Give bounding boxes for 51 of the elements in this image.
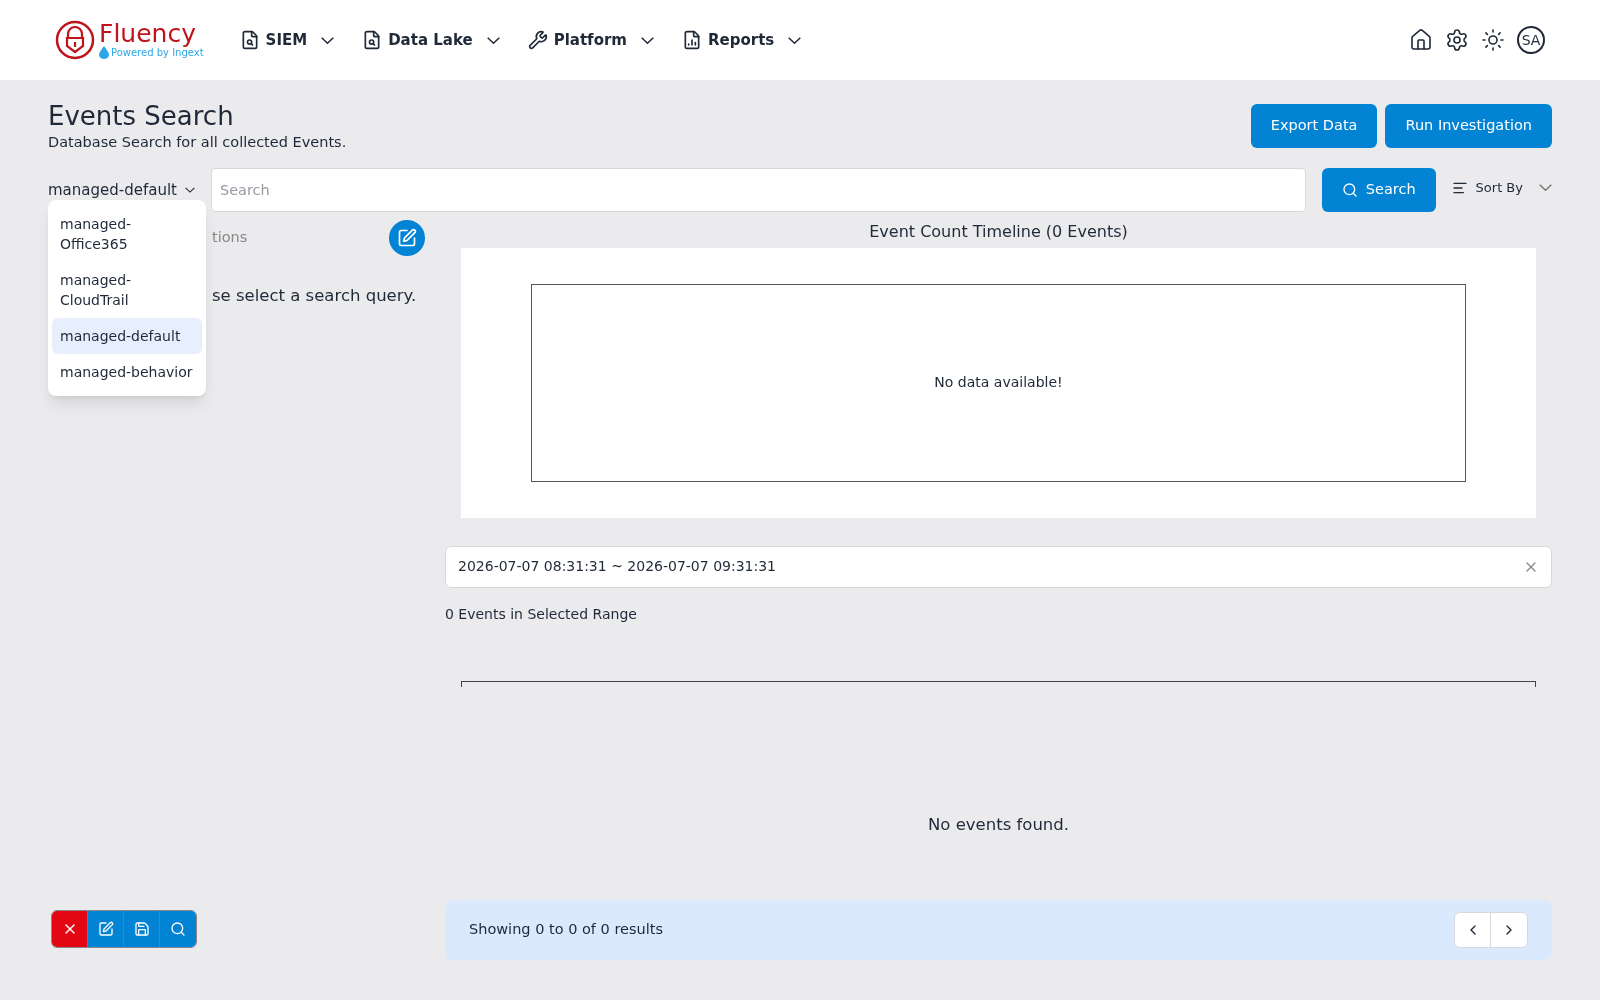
menu-item[interactable]: managed-default [52, 318, 202, 354]
nav-menu[interactable]: SIEM [239, 28, 335, 52]
save-icon [133, 920, 150, 937]
panel-message: se select a search query. [212, 284, 417, 307]
source-select[interactable]: managed-default [48, 178, 195, 201]
chevron-icon [184, 186, 195, 193]
menu-item[interactable]: managed-CloudTrail [52, 262, 202, 318]
search-field[interactable]: Search [210, 167, 1306, 212]
logo-icon [55, 20, 95, 60]
panel-heading: tions [212, 227, 248, 247]
results-summary: Showing 0 to 0 of 0 results [469, 919, 663, 939]
nav-menu[interactable]: Platform [527, 28, 654, 52]
chevron-icon [321, 36, 335, 44]
sort-button[interactable]: Sort By [1451, 178, 1552, 198]
range-count: 0 Events in Selected Range [445, 604, 638, 624]
settings-icon[interactable] [1445, 28, 1469, 52]
empty-results-message: No events found. [926, 813, 1071, 836]
page-title: Events Search [48, 100, 235, 132]
close-button[interactable] [52, 910, 88, 947]
sun-icon[interactable] [1481, 28, 1505, 52]
action-button[interactable]: Run Investigation [1385, 104, 1552, 148]
chevron-icon [1539, 184, 1552, 192]
edit-button[interactable] [88, 910, 124, 947]
edit-icon [97, 920, 114, 937]
brand-name: Fluency [99, 21, 197, 46]
drop-icon [99, 46, 109, 59]
page-subtitle: Database Search for all collected Events. [48, 133, 347, 152]
search-icon [170, 920, 186, 937]
action-button[interactable]: Export Data [1250, 104, 1378, 148]
search-icon [1341, 181, 1358, 198]
edit-icon [397, 227, 417, 248]
nav-menu[interactable]: Data Lake [362, 28, 500, 52]
chart-title: Event Count Timeline (0 Events) [868, 220, 1129, 243]
save-button[interactable] [124, 910, 160, 947]
chevron-icon [640, 36, 654, 44]
search-button[interactable] [160, 910, 196, 947]
chevron-icon [486, 36, 500, 44]
nav-menu[interactable]: Reports [681, 28, 802, 52]
search-button[interactable]: Search [1321, 167, 1436, 212]
home-icon[interactable] [1409, 28, 1433, 52]
range-field[interactable]: 2026-07-07 08:31:31 ~ 2026-07-07 09:31:31 [445, 545, 1552, 588]
document-search-icon [362, 30, 383, 50]
chevron-icon [788, 36, 802, 44]
range-value: 2026-07-07 08:31:31 ~ 2026-07-07 09:31:31 [458, 557, 776, 577]
edit-button[interactable] [389, 219, 425, 256]
chart-empty-message: No data available! [934, 373, 1063, 393]
menu-item[interactable]: managed-Office365 [52, 206, 202, 262]
wrench-icon [527, 30, 548, 50]
user-avatar[interactable]: SA [1517, 26, 1545, 54]
menu-item[interactable]: managed-behavior [52, 354, 202, 390]
brand-tagline: Powered by Ingext [111, 47, 204, 58]
